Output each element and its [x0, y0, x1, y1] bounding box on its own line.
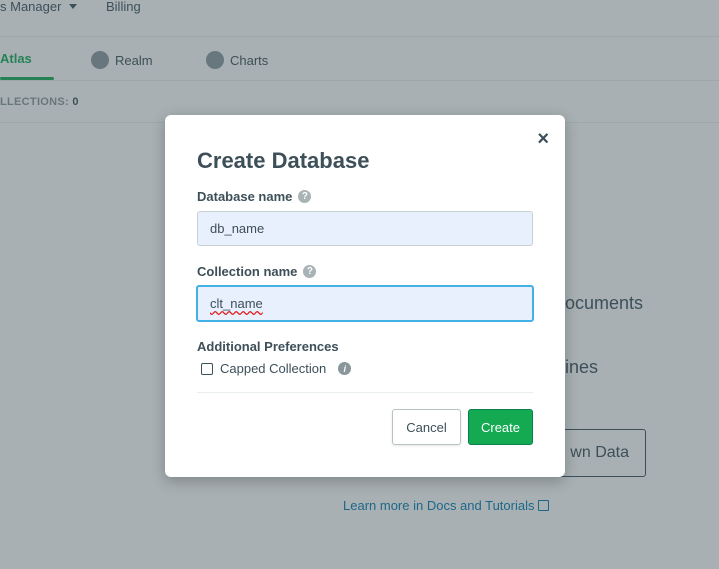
capped-collection-label: Capped Collection: [220, 361, 327, 376]
question-icon[interactable]: ?: [303, 265, 317, 278]
database-name-input[interactable]: [197, 211, 533, 246]
capped-collection-option[interactable]: Capped Collection i: [201, 361, 352, 376]
capped-collection-checkbox[interactable]: [201, 362, 213, 375]
modal-title: Create Database: [197, 148, 370, 173]
create-database-modal: × Create Database Database name ? Collec…: [165, 115, 565, 477]
info-icon[interactable]: i: [338, 362, 352, 375]
create-button[interactable]: Create: [468, 409, 533, 445]
collection-name-input[interactable]: clt_name: [196, 285, 534, 322]
cancel-button[interactable]: Cancel: [392, 409, 461, 445]
database-name-label: Database name ?: [197, 189, 312, 204]
question-icon[interactable]: ?: [298, 190, 312, 203]
collection-name-value: clt_name: [210, 296, 263, 311]
footer-divider: [197, 392, 533, 393]
collection-name-label: Collection name ?: [197, 264, 317, 279]
additional-preferences-heading: Additional Preferences: [197, 339, 339, 354]
close-icon[interactable]: ×: [537, 129, 549, 149]
